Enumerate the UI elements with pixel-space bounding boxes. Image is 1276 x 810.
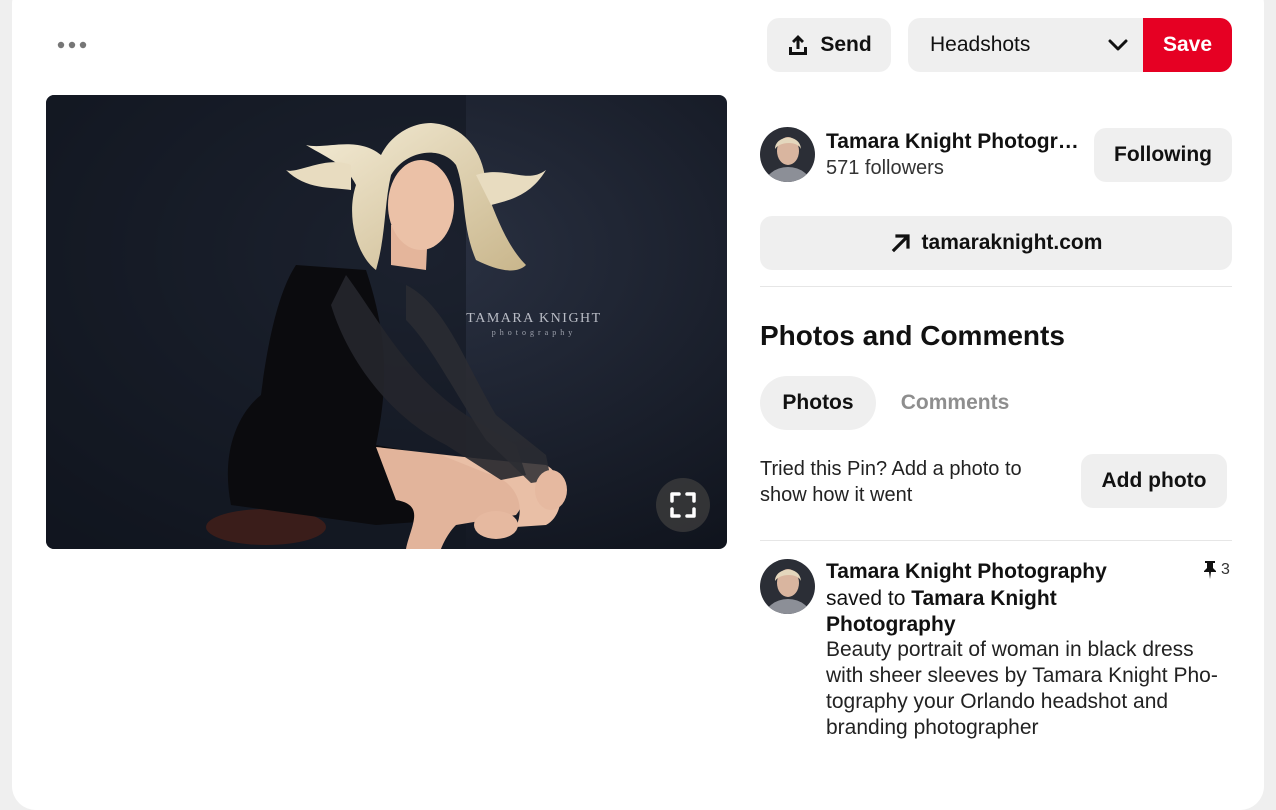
fullscreen-icon bbox=[670, 492, 696, 518]
creator-name[interactable]: Tamara Knight Photography bbox=[826, 130, 1081, 154]
divider bbox=[760, 540, 1232, 541]
creator-followers: 571 followers bbox=[826, 157, 944, 179]
portrait-photo: TAMARA KNIGHT photography bbox=[46, 95, 727, 549]
website-link-button[interactable]: tamaraknight.com bbox=[760, 216, 1232, 270]
divider bbox=[760, 286, 1232, 287]
add-photo-button[interactable]: Add photo bbox=[1081, 454, 1227, 508]
ellipsis-icon bbox=[57, 41, 87, 49]
board-selected-value: Headshots bbox=[930, 33, 1031, 56]
share-upload-icon bbox=[789, 35, 808, 55]
more-options-button[interactable] bbox=[47, 25, 97, 65]
send-button[interactable]: Send bbox=[767, 18, 891, 72]
creator-avatar[interactable] bbox=[760, 127, 815, 182]
pin-count: 3 bbox=[1203, 560, 1230, 580]
tried-pin-prompt: Tried this Pin? Add a photo to show how … bbox=[760, 458, 1022, 506]
save-button[interactable]: Save bbox=[1143, 18, 1232, 72]
watermark-line-1: TAMARA KNIGHT bbox=[466, 311, 601, 326]
following-label: Following bbox=[1114, 143, 1212, 166]
saved-to-prefix: saved to bbox=[826, 587, 906, 610]
activity-avatar[interactable] bbox=[760, 559, 815, 614]
tab-comments-label: Comments bbox=[900, 391, 1010, 414]
section-title: Photos and Comments bbox=[760, 320, 1065, 351]
website-link-label: tamaraknight.com bbox=[921, 231, 1103, 254]
following-button[interactable]: Following bbox=[1094, 128, 1232, 182]
pin-image[interactable]: TAMARA KNIGHT photography bbox=[46, 95, 727, 549]
activity-description: Beauty portrait of woman in black dress … bbox=[826, 638, 1218, 739]
save-label: Save bbox=[1162, 33, 1213, 56]
board-select-dropdown[interactable]: Headshots bbox=[908, 18, 1148, 72]
pushpin-icon bbox=[1204, 561, 1216, 579]
expand-image-button[interactable] bbox=[656, 478, 710, 532]
activity-saved-line: saved to Tamara Knight Photography bbox=[826, 586, 1156, 638]
chevron-down-icon bbox=[1108, 39, 1128, 51]
add-photo-label: Add photo bbox=[1101, 469, 1207, 492]
tab-comments[interactable]: Comments bbox=[880, 376, 1030, 430]
tab-photos-label: Photos bbox=[782, 391, 854, 414]
arrow-up-right-icon bbox=[891, 234, 910, 253]
watermark-line-2: photography bbox=[492, 328, 576, 337]
pin-count-value: 3 bbox=[1221, 561, 1230, 578]
tab-photos[interactable]: Photos bbox=[760, 376, 876, 430]
activity-user-name[interactable]: Tamara Knight Photography bbox=[826, 560, 1107, 584]
send-label: Send bbox=[820, 33, 872, 56]
